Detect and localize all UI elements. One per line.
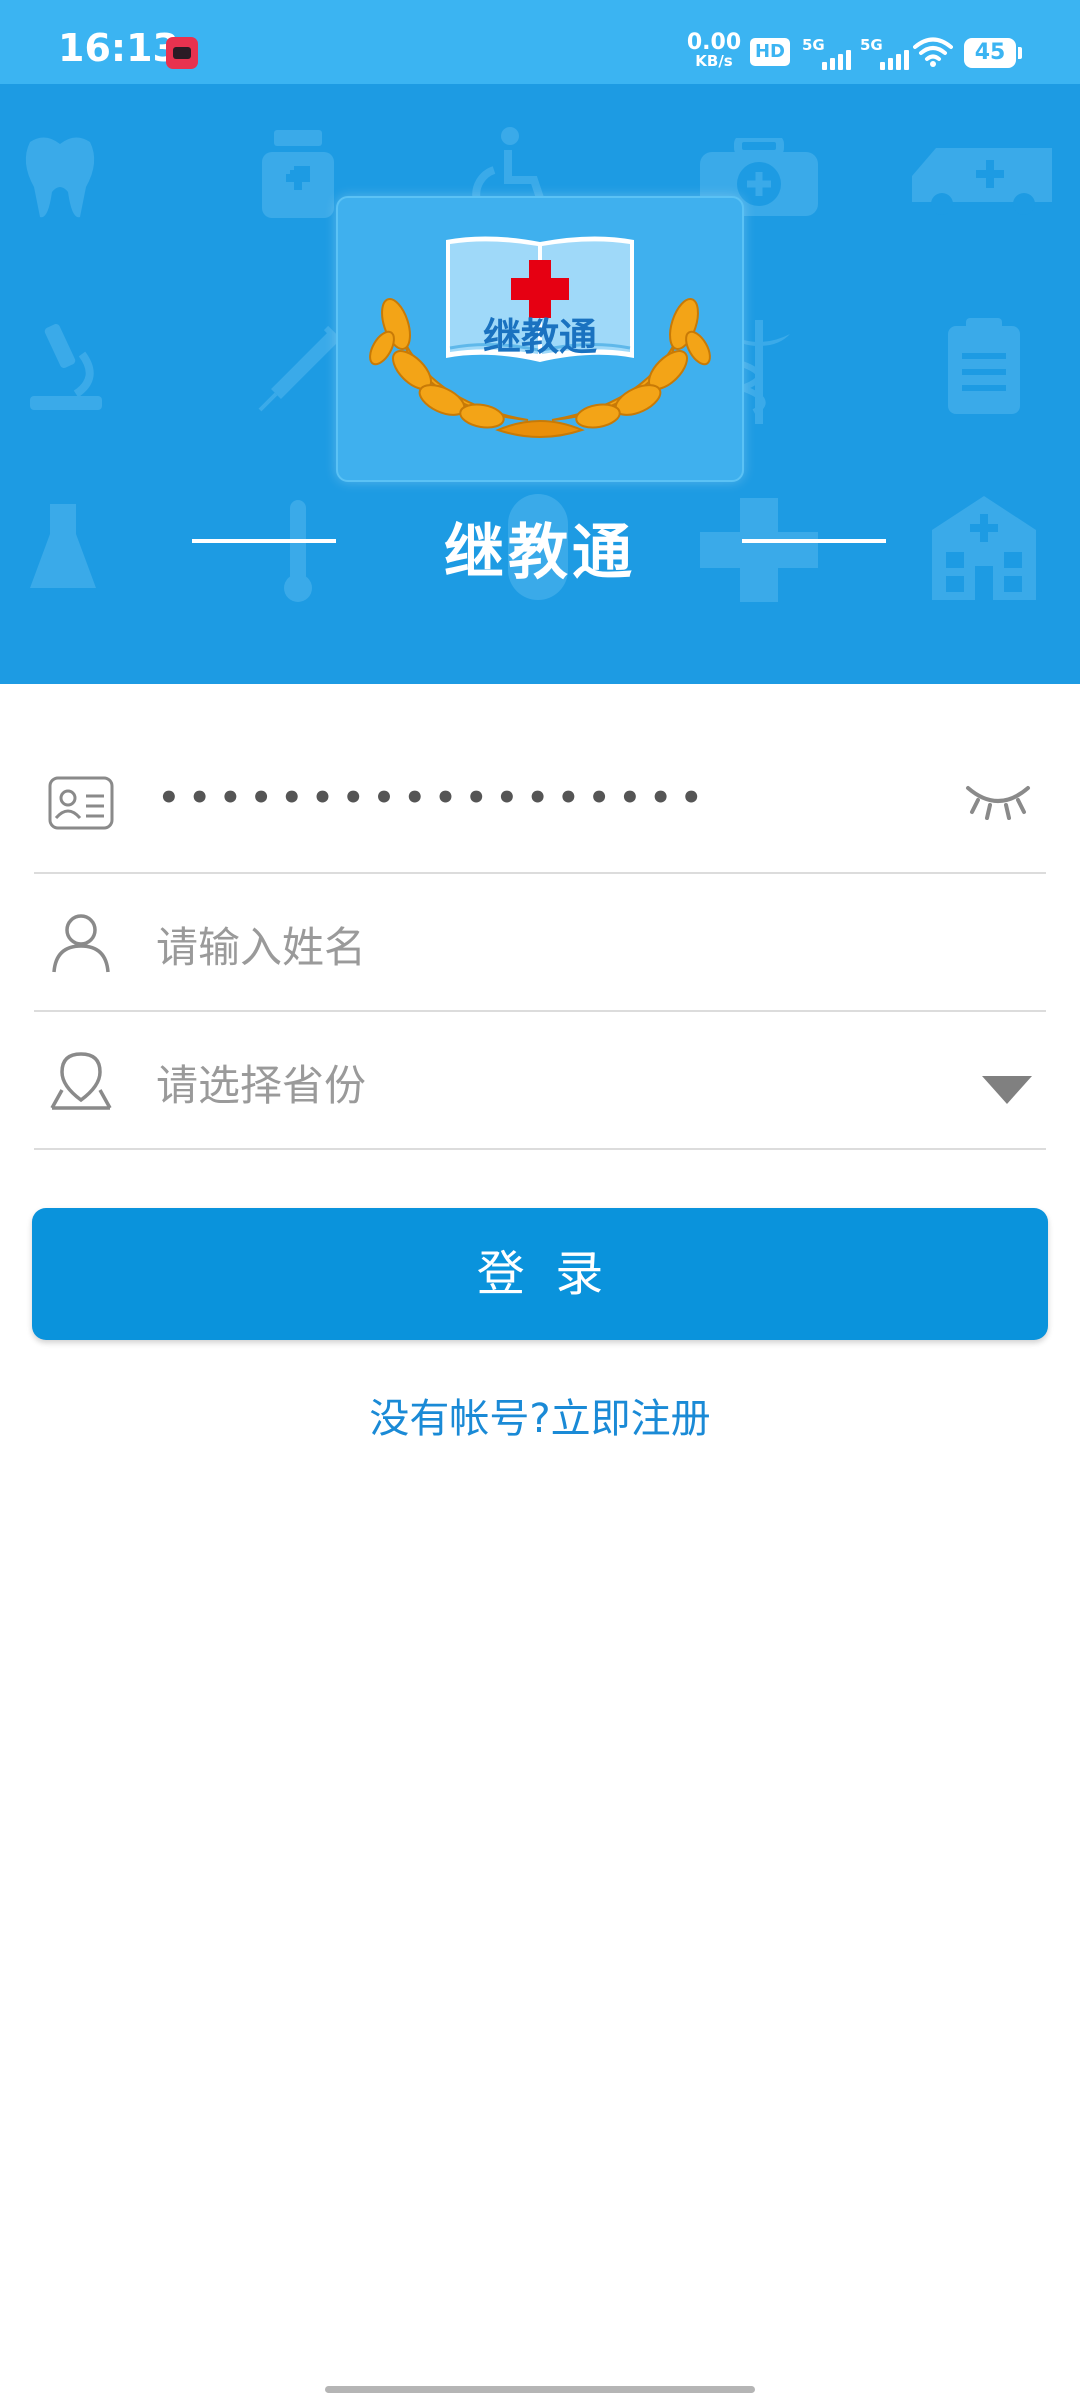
microscope-icon [30,324,102,410]
id-number-value[interactable]: •••••••••••••••••• [158,778,711,818]
province-select[interactable]: 请选择省份 [156,1052,366,1113]
logo-text: 继教通 [483,315,597,359]
location-icon [50,1052,112,1110]
register-link[interactable]: 没有帐号?立即注册 [0,1386,1080,1444]
signal-icon-sim1: 5G [802,36,851,70]
app-notification-icon [166,37,198,69]
tooth-icon [25,137,95,218]
login-button[interactable]: 登 录 [32,1208,1048,1340]
name-input[interactable]: 请输入姓名 [156,914,366,975]
status-bar: 16:13 0.00 KB/s HD 5G 5G 45 [0,0,1080,84]
home-indicator[interactable] [325,2386,755,2393]
triangle-down-icon[interactable] [982,1076,1032,1104]
status-time: 16:13 [58,26,179,70]
name-field[interactable]: 请输入姓名 [34,872,1046,1012]
syringe-icon [258,325,345,412]
ambulance-icon [912,148,1052,215]
person-icon [52,914,110,973]
network-speed: 0.00 KB/s [684,32,744,70]
logo-emblem-icon: 继教通 [369,236,711,438]
id-number-field[interactable]: •••••••••••••••••• [34,734,1046,874]
app-title: 继教通 [444,518,636,588]
eye-closed-icon[interactable] [964,778,1032,822]
province-field[interactable]: 请选择省份 [34,1010,1046,1150]
clipboard-icon [948,318,1020,414]
medicine-bottle-icon [262,130,334,218]
battery-icon: 45 [964,38,1022,68]
signal-icon-sim2: 5G [860,36,909,70]
app-logo: 继教通 [336,196,744,482]
hd-badge: HD [750,38,790,66]
network-speed-unit: KB/s [695,52,733,70]
sim1-label: 5G [802,36,825,54]
id-card-icon [48,776,114,830]
sim2-label: 5G [860,36,883,54]
wifi-icon [913,37,953,67]
header-banner: 继教通 继教通 [0,84,1080,684]
